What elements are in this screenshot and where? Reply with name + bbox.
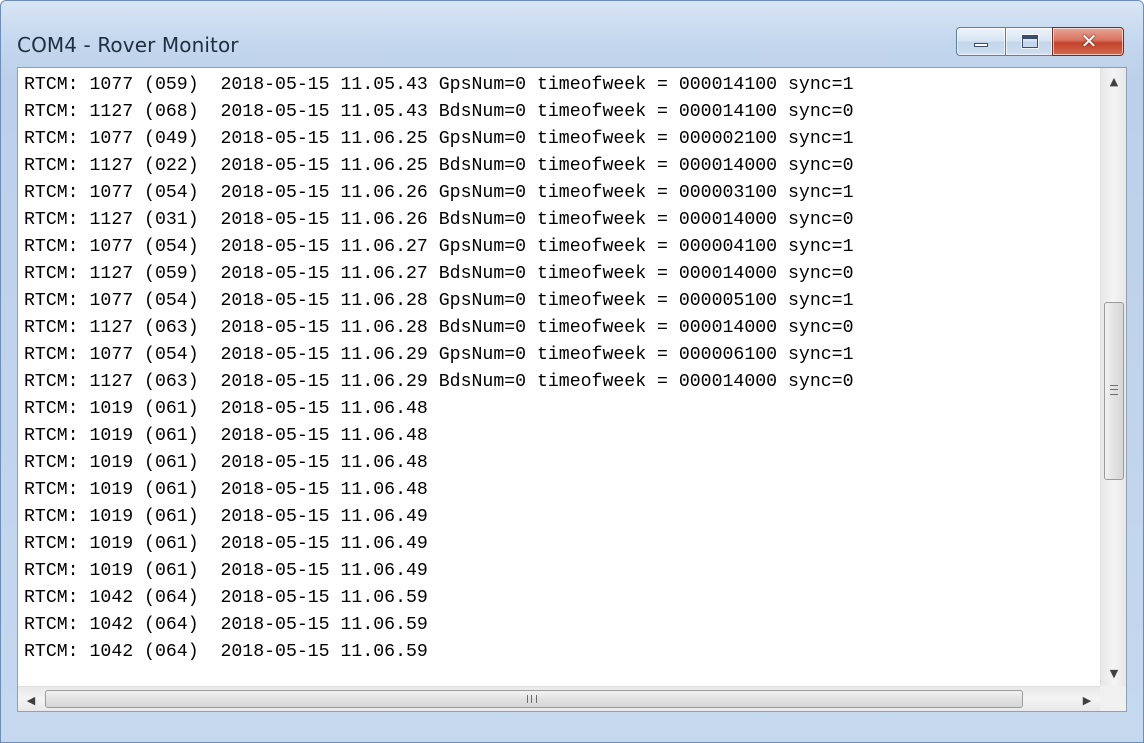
minimize-button[interactable] <box>956 27 1006 56</box>
log-line: RTCM: 1019 (061) 2018-05-15 11.06.48 <box>24 426 428 446</box>
scroll-up-button[interactable]: ▲ <box>1101 68 1127 94</box>
log-line: RTCM: 1127 (022) 2018-05-15 11.06.25 Bds… <box>24 156 854 176</box>
maximize-icon <box>1022 35 1038 48</box>
horizontal-scroll-thumb[interactable] <box>45 690 1023 708</box>
log-line: RTCM: 1042 (064) 2018-05-15 11.06.59 <box>24 588 428 608</box>
log-line: RTCM: 1042 (064) 2018-05-15 11.06.59 <box>24 615 428 635</box>
scroll-left-button[interactable]: ◀ <box>18 687 44 713</box>
grip-icon <box>527 695 537 703</box>
scroll-down-button[interactable]: ▼ <box>1101 660 1127 686</box>
close-icon: ✕ <box>1080 29 1098 53</box>
log-line: RTCM: 1077 (054) 2018-05-15 11.06.27 Gps… <box>24 237 854 257</box>
scroll-right-button[interactable]: ▶ <box>1074 687 1100 713</box>
log-line: RTCM: 1019 (061) 2018-05-15 11.06.49 <box>24 534 428 554</box>
log-line: RTCM: 1077 (054) 2018-05-15 11.06.26 Gps… <box>24 183 854 203</box>
horizontal-scrollbar[interactable]: ◀ ▶ <box>18 686 1100 711</box>
log-line: RTCM: 1019 (061) 2018-05-15 11.06.49 <box>24 507 428 527</box>
log-line: RTCM: 1077 (054) 2018-05-15 11.06.28 Gps… <box>24 291 854 311</box>
log-line: RTCM: 1077 (054) 2018-05-15 11.06.29 Gps… <box>24 345 854 365</box>
scrollbar-corner <box>1100 686 1126 711</box>
log-line: RTCM: 1019 (061) 2018-05-15 11.06.49 <box>24 561 428 581</box>
log-line: RTCM: 1019 (061) 2018-05-15 11.06.48 <box>24 399 428 419</box>
log-line: RTCM: 1127 (063) 2018-05-15 11.06.28 Bds… <box>24 318 854 338</box>
vertical-scroll-thumb[interactable] <box>1104 302 1124 480</box>
log-line: RTCM: 1127 (059) 2018-05-15 11.06.27 Bds… <box>24 264 854 284</box>
maximize-button[interactable] <box>1005 27 1053 56</box>
log-text-area[interactable]: RTCM: 1077 (059) 2018-05-15 11.05.43 Gps… <box>18 68 1100 686</box>
log-panel: RTCM: 1077 (059) 2018-05-15 11.05.43 Gps… <box>17 67 1127 712</box>
log-line: RTCM: 1127 (063) 2018-05-15 11.06.29 Bds… <box>24 372 854 392</box>
log-line: RTCM: 1019 (061) 2018-05-15 11.06.48 <box>24 453 428 473</box>
log-line: RTCM: 1127 (031) 2018-05-15 11.06.26 Bds… <box>24 210 854 230</box>
log-line: RTCM: 1019 (061) 2018-05-15 11.06.48 <box>24 480 428 500</box>
close-button[interactable]: ✕ <box>1052 27 1124 56</box>
arrow-right-icon: ▶ <box>1082 693 1092 707</box>
arrow-left-icon: ◀ <box>26 693 36 707</box>
log-line: RTCM: 1127 (068) 2018-05-15 11.05.43 Bds… <box>24 102 854 122</box>
window-title: COM4 - Rover Monitor <box>17 33 239 57</box>
log-line: RTCM: 1042 (064) 2018-05-15 11.06.59 <box>24 642 428 662</box>
arrow-down-icon: ▼ <box>1109 666 1119 680</box>
log-line: RTCM: 1077 (049) 2018-05-15 11.06.25 Gps… <box>24 129 854 149</box>
arrow-up-icon: ▲ <box>1109 74 1119 88</box>
app-window: COM4 - Rover Monitor ✕ RTCM: 1077 (059) … <box>0 0 1144 743</box>
grip-icon <box>1110 385 1118 395</box>
log-line: RTCM: 1077 (059) 2018-05-15 11.05.43 Gps… <box>24 75 854 95</box>
minimize-icon <box>974 43 988 47</box>
vertical-scrollbar[interactable]: ▲ ▼ <box>1100 68 1126 686</box>
title-bar[interactable]: COM4 - Rover Monitor ✕ <box>1 1 1143 67</box>
